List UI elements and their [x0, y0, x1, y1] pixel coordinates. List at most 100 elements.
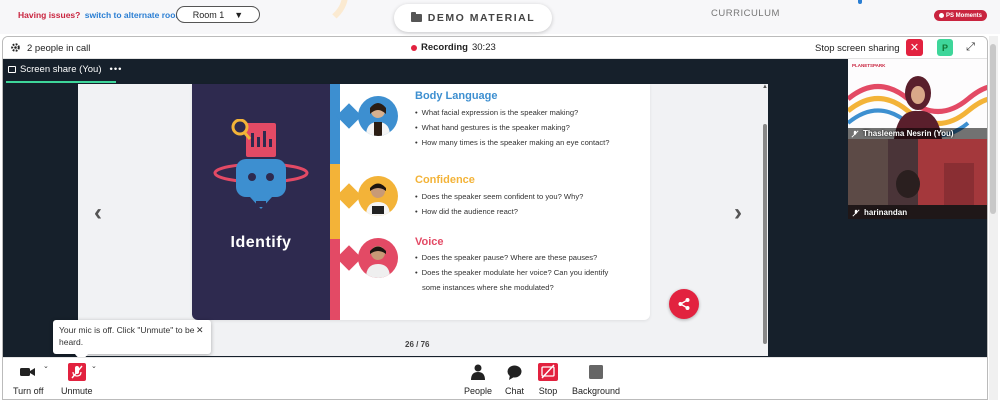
person-icon [366, 183, 390, 216]
stripe-red [330, 239, 340, 320]
bullets-confidence: Does the speaker seem confident to you? … [415, 189, 584, 219]
stripe-blue [330, 84, 340, 164]
people-count: 2 people in call [27, 43, 91, 54]
issues-notice: Having issues? switch to alternate room [18, 10, 183, 20]
slide-scrollbar-thumb[interactable] [763, 124, 767, 344]
participant-tile-self[interactable]: PLANETSPARK Thasleema Nesrin (You) [848, 59, 987, 139]
camera-turn-off-button[interactable]: Turn off [13, 362, 44, 396]
participant-name-remote: harinandan [852, 208, 907, 217]
call-header-bar: 2 people in call Recording 30:23 Stop sc… [3, 37, 987, 59]
participant-video-frame [848, 139, 987, 219]
record-dot-icon [939, 13, 944, 18]
mic-off-icon [852, 208, 860, 217]
participants-panel: PLANETSPARK Thasleema Nesrin (You) harin… [846, 59, 987, 357]
active-tab-underline [6, 81, 116, 83]
p-badge-button[interactable]: P [937, 39, 953, 56]
stop-sharing-button[interactable]: ✕ [906, 39, 923, 56]
stop-share-button[interactable]: Stop [538, 362, 558, 396]
stop-screen-share-icon [538, 363, 558, 381]
ps-moments-button[interactable]: PS Moments [934, 10, 988, 21]
recording-dot-icon [411, 44, 417, 51]
demo-material-button[interactable]: DEMO MATERIAL [394, 4, 552, 32]
brand-watermark: PLANETSPARK [852, 63, 886, 68]
more-options-icon[interactable]: ••• [110, 64, 123, 75]
next-slide-arrow-icon[interactable]: › [734, 199, 742, 227]
presentation-slide: Identify Body Language • What facial exp… [192, 84, 650, 320]
participant-tile-remote[interactable]: harinandan [848, 139, 987, 219]
speaker-avatar-confidence [358, 176, 398, 216]
person-icon [471, 364, 486, 380]
chat-button[interactable]: Chat [505, 362, 524, 396]
room-selector[interactable]: Room 1 ▼ [176, 6, 260, 23]
bullet-item: Does the speaker seem confident to you? … [415, 189, 584, 204]
recording-indicator: Recording 30:23 [411, 42, 496, 53]
bullet-item: Does the speaker pause? Where are these … [415, 250, 608, 265]
speaker-avatar-voice [358, 238, 398, 278]
speaker-avatar-body-language [358, 96, 398, 136]
decorative-arc [258, 0, 348, 30]
share-icon [678, 298, 690, 310]
call-controls-bar: Turn off ⌄ Unmute ⌄ People Chat Stop Bac… [3, 357, 987, 399]
call-frame: 2 people in call Recording 30:23 Stop sc… [2, 36, 988, 400]
participant-name-self: Thasleema Nesrin (You) [848, 128, 987, 139]
participant-video-frame [848, 59, 987, 139]
indicator-tick [858, 0, 862, 4]
bullet-item: What hand gestures is the speaker making… [415, 120, 610, 135]
background-label: Background [572, 386, 621, 396]
stripe-yellow [330, 164, 340, 239]
section-title-voice: Voice [415, 236, 444, 248]
prev-slide-arrow-icon[interactable]: ‹ [94, 199, 102, 227]
chevron-down-icon[interactable]: ⌄ [91, 362, 97, 370]
section-title-confidence: Confidence [415, 174, 475, 186]
share-button[interactable] [669, 289, 699, 319]
bullet-item: Does the speaker modulate her voice? Can… [415, 265, 609, 280]
window-scrollbar-thumb[interactable] [990, 44, 996, 214]
gear-icon[interactable] [10, 42, 21, 53]
screen-share-stage: Screen share (You) ••• ‹ › Identify Body… [3, 59, 846, 357]
chat-bubble-icon [507, 365, 522, 380]
participant-name-label: Thasleema Nesrin (You) [863, 129, 954, 138]
tooltip-text: Your mic is off. Click "Unmute" to be he… [59, 325, 195, 347]
bullet-item: How many times is the speaker making an … [415, 135, 610, 150]
close-icon[interactable]: ✕ [196, 324, 204, 336]
curriculum-tab[interactable]: CURRICULUM [711, 8, 780, 19]
caret-down-icon: ▼ [234, 9, 244, 20]
monitor-icon [8, 66, 16, 73]
bullets-voice: Does the speaker pause? Where are these … [415, 250, 609, 295]
identify-robot-icon [213, 119, 309, 209]
people-label: People [464, 386, 493, 396]
recording-time: 30:23 [471, 42, 496, 53]
screen-share-tab[interactable]: Screen share (You) ••• [8, 64, 123, 75]
turn-off-label: Turn off [13, 386, 44, 396]
bullet-item-continued: some instances where she modulated? [422, 283, 554, 292]
section-title-body-language: Body Language [415, 90, 498, 102]
person-icon [366, 103, 390, 136]
chevron-down-icon[interactable]: ⌄ [43, 362, 49, 370]
people-button[interactable]: People [464, 362, 492, 396]
stop-label: Stop [538, 386, 558, 396]
unmute-label: Unmute [61, 386, 93, 396]
slide-viewer: ‹ › Identify Body Language • What facial… [78, 84, 768, 356]
slide-page-indicator: 26 / 76 [405, 340, 430, 349]
bullets-body-language: What facial expression is the speaker ma… [415, 105, 610, 150]
background-icon [589, 365, 604, 379]
bullet-item: What facial expression is the speaker ma… [415, 105, 610, 120]
ps-moments-label: PS Moments [946, 12, 983, 19]
screen-share-tab-label: Screen share (You) [20, 64, 102, 75]
unmute-button[interactable]: Unmute [61, 362, 93, 396]
background-button[interactable]: Background [572, 362, 620, 396]
expand-icon[interactable]: ⤢ [963, 40, 978, 55]
issues-question: Having issues? [18, 10, 81, 20]
participant-name-label: harinandan [864, 208, 908, 217]
slide-left-panel: Identify [192, 84, 330, 320]
stop-screen-sharing-label: Stop screen sharing [815, 43, 900, 54]
mic-off-tooltip: Your mic is off. Click "Unmute" to be he… [53, 320, 211, 354]
mic-off-icon [67, 363, 86, 381]
alternate-room-link[interactable]: switch to alternate room [85, 10, 183, 20]
chat-label: Chat [505, 386, 525, 396]
identify-heading: Identify [230, 234, 292, 251]
scroll-up-icon[interactable]: ▲ [762, 84, 768, 90]
room-label: Room 1 [192, 9, 225, 20]
folder-icon [410, 12, 422, 22]
top-app-bar: Having issues? switch to alternate room … [0, 0, 1000, 34]
